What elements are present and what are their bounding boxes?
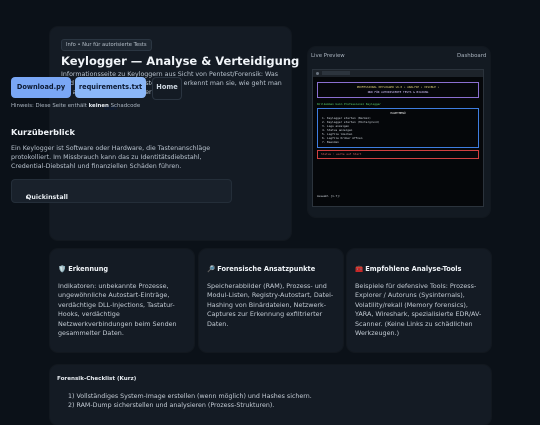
terminal-welcome: Willkommen beim Professional Keylogger — [317, 102, 381, 106]
quickinstall-toggle[interactable]: ▸ Quickinstall — [11, 179, 232, 203]
page-title: Keylogger — Analyse & Verteidigung — [61, 54, 300, 68]
menu-item: 7. Beenden — [322, 140, 339, 144]
banner-line-1: PROFESSIONAL KEYLOGGER v6.0 • ANALYSE • … — [356, 85, 440, 89]
hero-card: Info • Nur für autorisierte Tests Keylog… — [50, 27, 299, 240]
home-button[interactable]: Home — [152, 77, 182, 100]
feature-card-tools: 🧰 Empfohlene Analyse-Tools Beispiele für … — [347, 249, 491, 352]
feature-title: Empfohlene Analyse-Tools — [365, 265, 462, 273]
dashboard-link[interactable]: Dashboard — [457, 53, 486, 59]
terminal-tab — [322, 71, 350, 75]
overview-heading: Kurzüberblick — [11, 127, 75, 137]
magnifier-icon: 🔎 — [207, 265, 216, 273]
menu-title: HAUPTMENÜ — [390, 111, 406, 115]
hint-prefix: Hinweis: Diese Seite enthält — [11, 103, 89, 109]
feature-heading: 🔎 Forensische Ansatzpunkte — [207, 265, 315, 273]
terminal-menu: HAUPTMENÜ 1. Keylogger starten (Normal) … — [317, 108, 479, 148]
terminal-status: Status : warte auf Start — [317, 150, 479, 159]
feature-title: Erkennung — [68, 265, 109, 273]
terminal-icon — [316, 72, 319, 75]
download-button[interactable]: Download.py — [11, 77, 71, 98]
checklist-title: Forensik-Checklist (Kurz) — [57, 376, 137, 382]
toolbox-icon: 🧰 — [355, 265, 364, 273]
info-pill: Info • Nur für autorisierte Tests — [61, 39, 152, 51]
requirements-download-button[interactable]: requirements.txt dwl — [75, 77, 146, 112]
checklist-card: Forensik-Checklist (Kurz) 1) Vollständig… — [50, 365, 491, 425]
feature-text: Indikatoren: unbekannte Prozesse, ungewö… — [58, 282, 177, 338]
feature-card-forensik: 🔎 Forensische Ansatzpunkte Speicherabbild… — [199, 249, 343, 352]
checklist-items: 1) Vollständiges System-Image erstellen … — [68, 392, 312, 410]
feature-text: Speicherabbilder (RAM), Prozess- und Mod… — [207, 282, 334, 328]
status-text: Status : warte auf Start — [321, 152, 362, 156]
overview-text: Ein Keylogger ist Software oder Hardware… — [11, 145, 211, 170]
feature-card-erkennung: 🛡️ Erkennung Indikatoren: unbekannte Proz… — [50, 249, 194, 352]
checklist-item: 2) RAM-Dump sicherstellen und analysiere… — [68, 402, 275, 409]
quickinstall-text: Quickinstall — [26, 194, 68, 201]
feature-text: Beispiele für defensive Tools: Prozess-E… — [355, 282, 482, 338]
feature-title: Forensische Ansatzpunkte — [217, 265, 316, 273]
banner-line-2: NUR FÜR AUTORISIERTE TESTS & BILDUNG — [367, 90, 429, 94]
hint-text: Hinweis: Diese Seite enthält keinen Scha… — [11, 103, 140, 109]
terminal-banner: PROFESSIONAL KEYLOGGER v6.0 • ANALYSE • … — [317, 82, 479, 98]
terminal-prompt: Auswahl [1-7]: — [317, 194, 341, 198]
terminal-preview: PROFESSIONAL KEYLOGGER v6.0 • ANALYSE • … — [312, 69, 484, 207]
feature-heading: 🛡️ Erkennung — [58, 265, 108, 273]
checklist-item: 1) Vollständiges System-Image erstellen … — [68, 393, 312, 400]
menu-items: 1. Keylogger starten (Normal) 2. Keylogg… — [322, 116, 379, 144]
feature-heading: 🧰 Empfohlene Analyse-Tools — [355, 265, 461, 273]
shield-icon: 🛡️ — [58, 265, 67, 273]
hint-suffix: Schadcode — [108, 103, 141, 109]
terminal-titlebar — [313, 70, 483, 77]
preview-label: Live Preview — [311, 53, 345, 59]
hint-bold: keinen — [88, 103, 109, 109]
